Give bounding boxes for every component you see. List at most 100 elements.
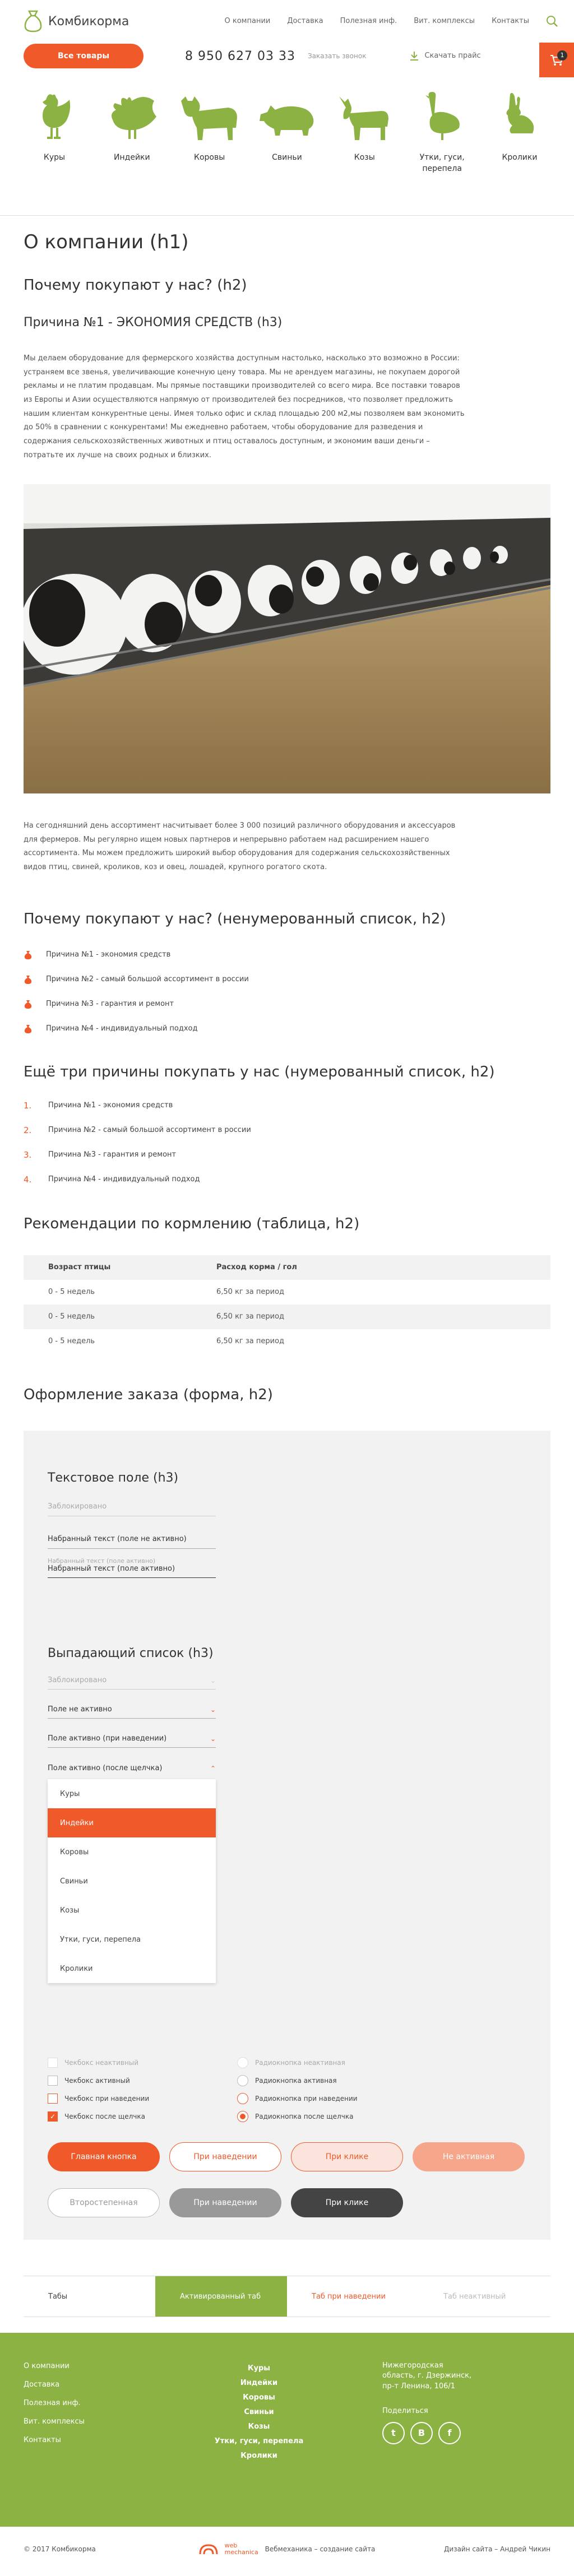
- dropdown-option-selected[interactable]: Индейки: [48, 1808, 216, 1838]
- dropdown-option[interactable]: Козы: [48, 1896, 216, 1925]
- designer-credit[interactable]: Дизайн сайта – Андрей Чикин: [388, 2544, 550, 2554]
- footer-link[interactable]: Контакты: [24, 2435, 203, 2453]
- dropdown-option[interactable]: Куры: [48, 1779, 216, 1808]
- dropdown-option[interactable]: Утки, гуси, перепела: [48, 1925, 216, 1954]
- primary-button-click[interactable]: При клике: [291, 2142, 403, 2172]
- list-item: Причина №3 - гарантия и ремонт: [24, 992, 550, 1017]
- radio[interactable]: [237, 2093, 248, 2105]
- table-cell: 0 - 5 недель: [48, 1337, 95, 1345]
- checkbox-checked[interactable]: ✓ Чекбокс после щелчка: [48, 2108, 237, 2125]
- footer-category-link[interactable]: Утки, гуси, перепела: [203, 2434, 315, 2448]
- table-heading: Рекомендации по кормлению (таблица, h2): [24, 1215, 360, 1232]
- typed-active-field[interactable]: Набранный текст (поле активно): [48, 1565, 216, 1579]
- footer-link[interactable]: Доставка: [24, 2379, 203, 2398]
- download-price-link[interactable]: Скачать прайс: [410, 50, 481, 62]
- nav-delivery[interactable]: Доставка: [287, 16, 323, 27]
- radio-active[interactable]: Радиокнопка активная: [237, 2072, 427, 2090]
- pig-icon: [259, 105, 314, 136]
- checkbox: [48, 2058, 58, 2068]
- checkbox-label: Чекбокс активный: [64, 2077, 130, 2085]
- page-title: О компании (h1): [24, 231, 189, 253]
- footer-category-link[interactable]: Козы: [203, 2419, 315, 2434]
- radio[interactable]: [237, 2111, 248, 2123]
- twitter-icon[interactable]: t: [382, 2422, 405, 2444]
- category-label: Индейки: [114, 153, 150, 162]
- logo[interactable]: Комбикорма: [24, 10, 129, 33]
- search-icon[interactable]: [546, 15, 558, 27]
- radio[interactable]: [237, 2075, 248, 2087]
- table-cell: 6,50 кг за период: [216, 1288, 285, 1296]
- category-rabbits[interactable]: Кролики: [489, 89, 550, 215]
- footer-link[interactable]: О компании: [24, 2361, 203, 2379]
- dropdown-option[interactable]: Кролики: [48, 1954, 216, 1983]
- list-item: 4. Причина №4 - индивидуальный подход: [24, 1167, 550, 1192]
- checkbox-active[interactable]: Чекбокс активный: [48, 2072, 237, 2090]
- all-goods-button[interactable]: Все товары: [24, 44, 144, 68]
- footer-category-link[interactable]: Кролики: [203, 2448, 315, 2463]
- dropdown-option[interactable]: Свиньи: [48, 1867, 216, 1896]
- category-goats[interactable]: Козы: [334, 89, 395, 215]
- header-bar: Все товары 8 950 627 03 33 Заказать звон…: [0, 43, 574, 77]
- dropdown-heading: Выпадающий список (h3): [48, 1646, 214, 1661]
- disabled-text-field: Заблокировано: [48, 1496, 216, 1516]
- category-turkeys[interactable]: Индейки: [101, 89, 163, 215]
- category-cows[interactable]: Коровы: [179, 89, 240, 215]
- footer-link[interactable]: Полезная инф.: [24, 2398, 203, 2416]
- primary-button-hover[interactable]: При наведении: [169, 2142, 281, 2172]
- developer-link[interactable]: web mechanica Вебмеханика – создание сай…: [199, 2542, 375, 2556]
- footer-link[interactable]: Вит. комплексы: [24, 2416, 203, 2435]
- dropdown-value: Поле активно (при наведении): [48, 1734, 167, 1743]
- tab-default[interactable]: Табы: [24, 2276, 155, 2317]
- reasons-bullet-list: Причина №1 - экономия средств Причина №2…: [24, 943, 550, 1041]
- footer-category-link[interactable]: Куры: [203, 2361, 315, 2375]
- typed-inactive-field[interactable]: Набранный текст (поле не активно): [48, 1529, 216, 1549]
- list-number: 4.: [24, 1174, 32, 1185]
- secondary-buttons: Второстепенная При наведении При клике: [48, 2188, 526, 2218]
- category-chickens[interactable]: Куры: [24, 89, 85, 215]
- vk-icon[interactable]: B: [410, 2422, 433, 2444]
- logo-text: Комбикорма: [48, 14, 129, 29]
- checkmark-icon[interactable]: ✓: [48, 2111, 58, 2122]
- reason-heading: Причина №1 - ЭКОНОМИЯ СРЕДСТВ (h3): [24, 315, 283, 329]
- chevron-down-icon: ⌄: [210, 1706, 216, 1714]
- nav-contacts[interactable]: Контакты: [492, 16, 529, 27]
- secondary-button-hover[interactable]: При наведении: [169, 2188, 281, 2218]
- callback-link[interactable]: Заказать звонок: [308, 51, 367, 61]
- intro-paragraph: Мы делаем оборудование для фермерского х…: [24, 354, 465, 459]
- radio-hover[interactable]: Радиокнопка при наведении: [237, 2090, 427, 2108]
- nav-vitamins[interactable]: Вит. комплексы: [414, 16, 475, 27]
- category-poultry-waterfowl[interactable]: Утки, гуси, перепела: [411, 89, 473, 215]
- checkbox[interactable]: [48, 2076, 58, 2086]
- footer-category-link[interactable]: Свиньи: [203, 2405, 315, 2419]
- category-label: Козы: [354, 153, 375, 162]
- primary-button[interactable]: Главная кнопка: [48, 2142, 160, 2172]
- category-label: Утки, гуси, перепела: [419, 153, 465, 173]
- top-nav: О компании Доставка Полезная инф. Вит. к…: [225, 15, 559, 27]
- radio-checked[interactable]: Радиокнопка после щелчка: [237, 2108, 427, 2125]
- secondary-button-click[interactable]: При клике: [291, 2188, 403, 2218]
- nav-info[interactable]: Полезная инф.: [340, 16, 397, 27]
- list-item-text: Причина №3 - гарантия и ремонт: [46, 1000, 174, 1008]
- sack-logo-icon: [24, 10, 42, 33]
- list-number: 2.: [24, 1125, 32, 1135]
- hover-dropdown[interactable]: Поле активно (при наведении) ⌄: [48, 1723, 216, 1748]
- inactive-dropdown[interactable]: Поле не активно ⌄: [48, 1694, 216, 1719]
- dropdown-option[interactable]: Коровы: [48, 1837, 216, 1867]
- open-dropdown[interactable]: Поле активно (после щелчка) ⌃: [48, 1752, 216, 1777]
- category-pigs[interactable]: Свиньи: [256, 89, 318, 215]
- facebook-icon[interactable]: f: [438, 2422, 461, 2444]
- cart-button[interactable]: 1: [539, 43, 574, 77]
- checkbox-hover[interactable]: Чекбокс при наведении: [48, 2090, 237, 2108]
- category-bar: Куры Индейки Коровы Свиньи Козы Утки, гу…: [0, 69, 574, 215]
- chicken-icon: [43, 94, 71, 139]
- dropdown-value: Поле не активно: [48, 1705, 112, 1714]
- checkbox-label: Чекбокс при наведении: [64, 2095, 150, 2103]
- tab-active[interactable]: Активированный таб: [155, 2276, 287, 2317]
- footer-category-link[interactable]: Коровы: [203, 2390, 315, 2405]
- tab-hover[interactable]: Таб при наведении: [287, 2276, 419, 2317]
- secondary-button[interactable]: Второстепенная: [48, 2188, 160, 2218]
- nav-about[interactable]: О компании: [225, 16, 271, 27]
- goose-icon: [425, 92, 460, 140]
- checkbox[interactable]: [48, 2094, 58, 2104]
- footer-category-link[interactable]: Индейки: [203, 2375, 315, 2390]
